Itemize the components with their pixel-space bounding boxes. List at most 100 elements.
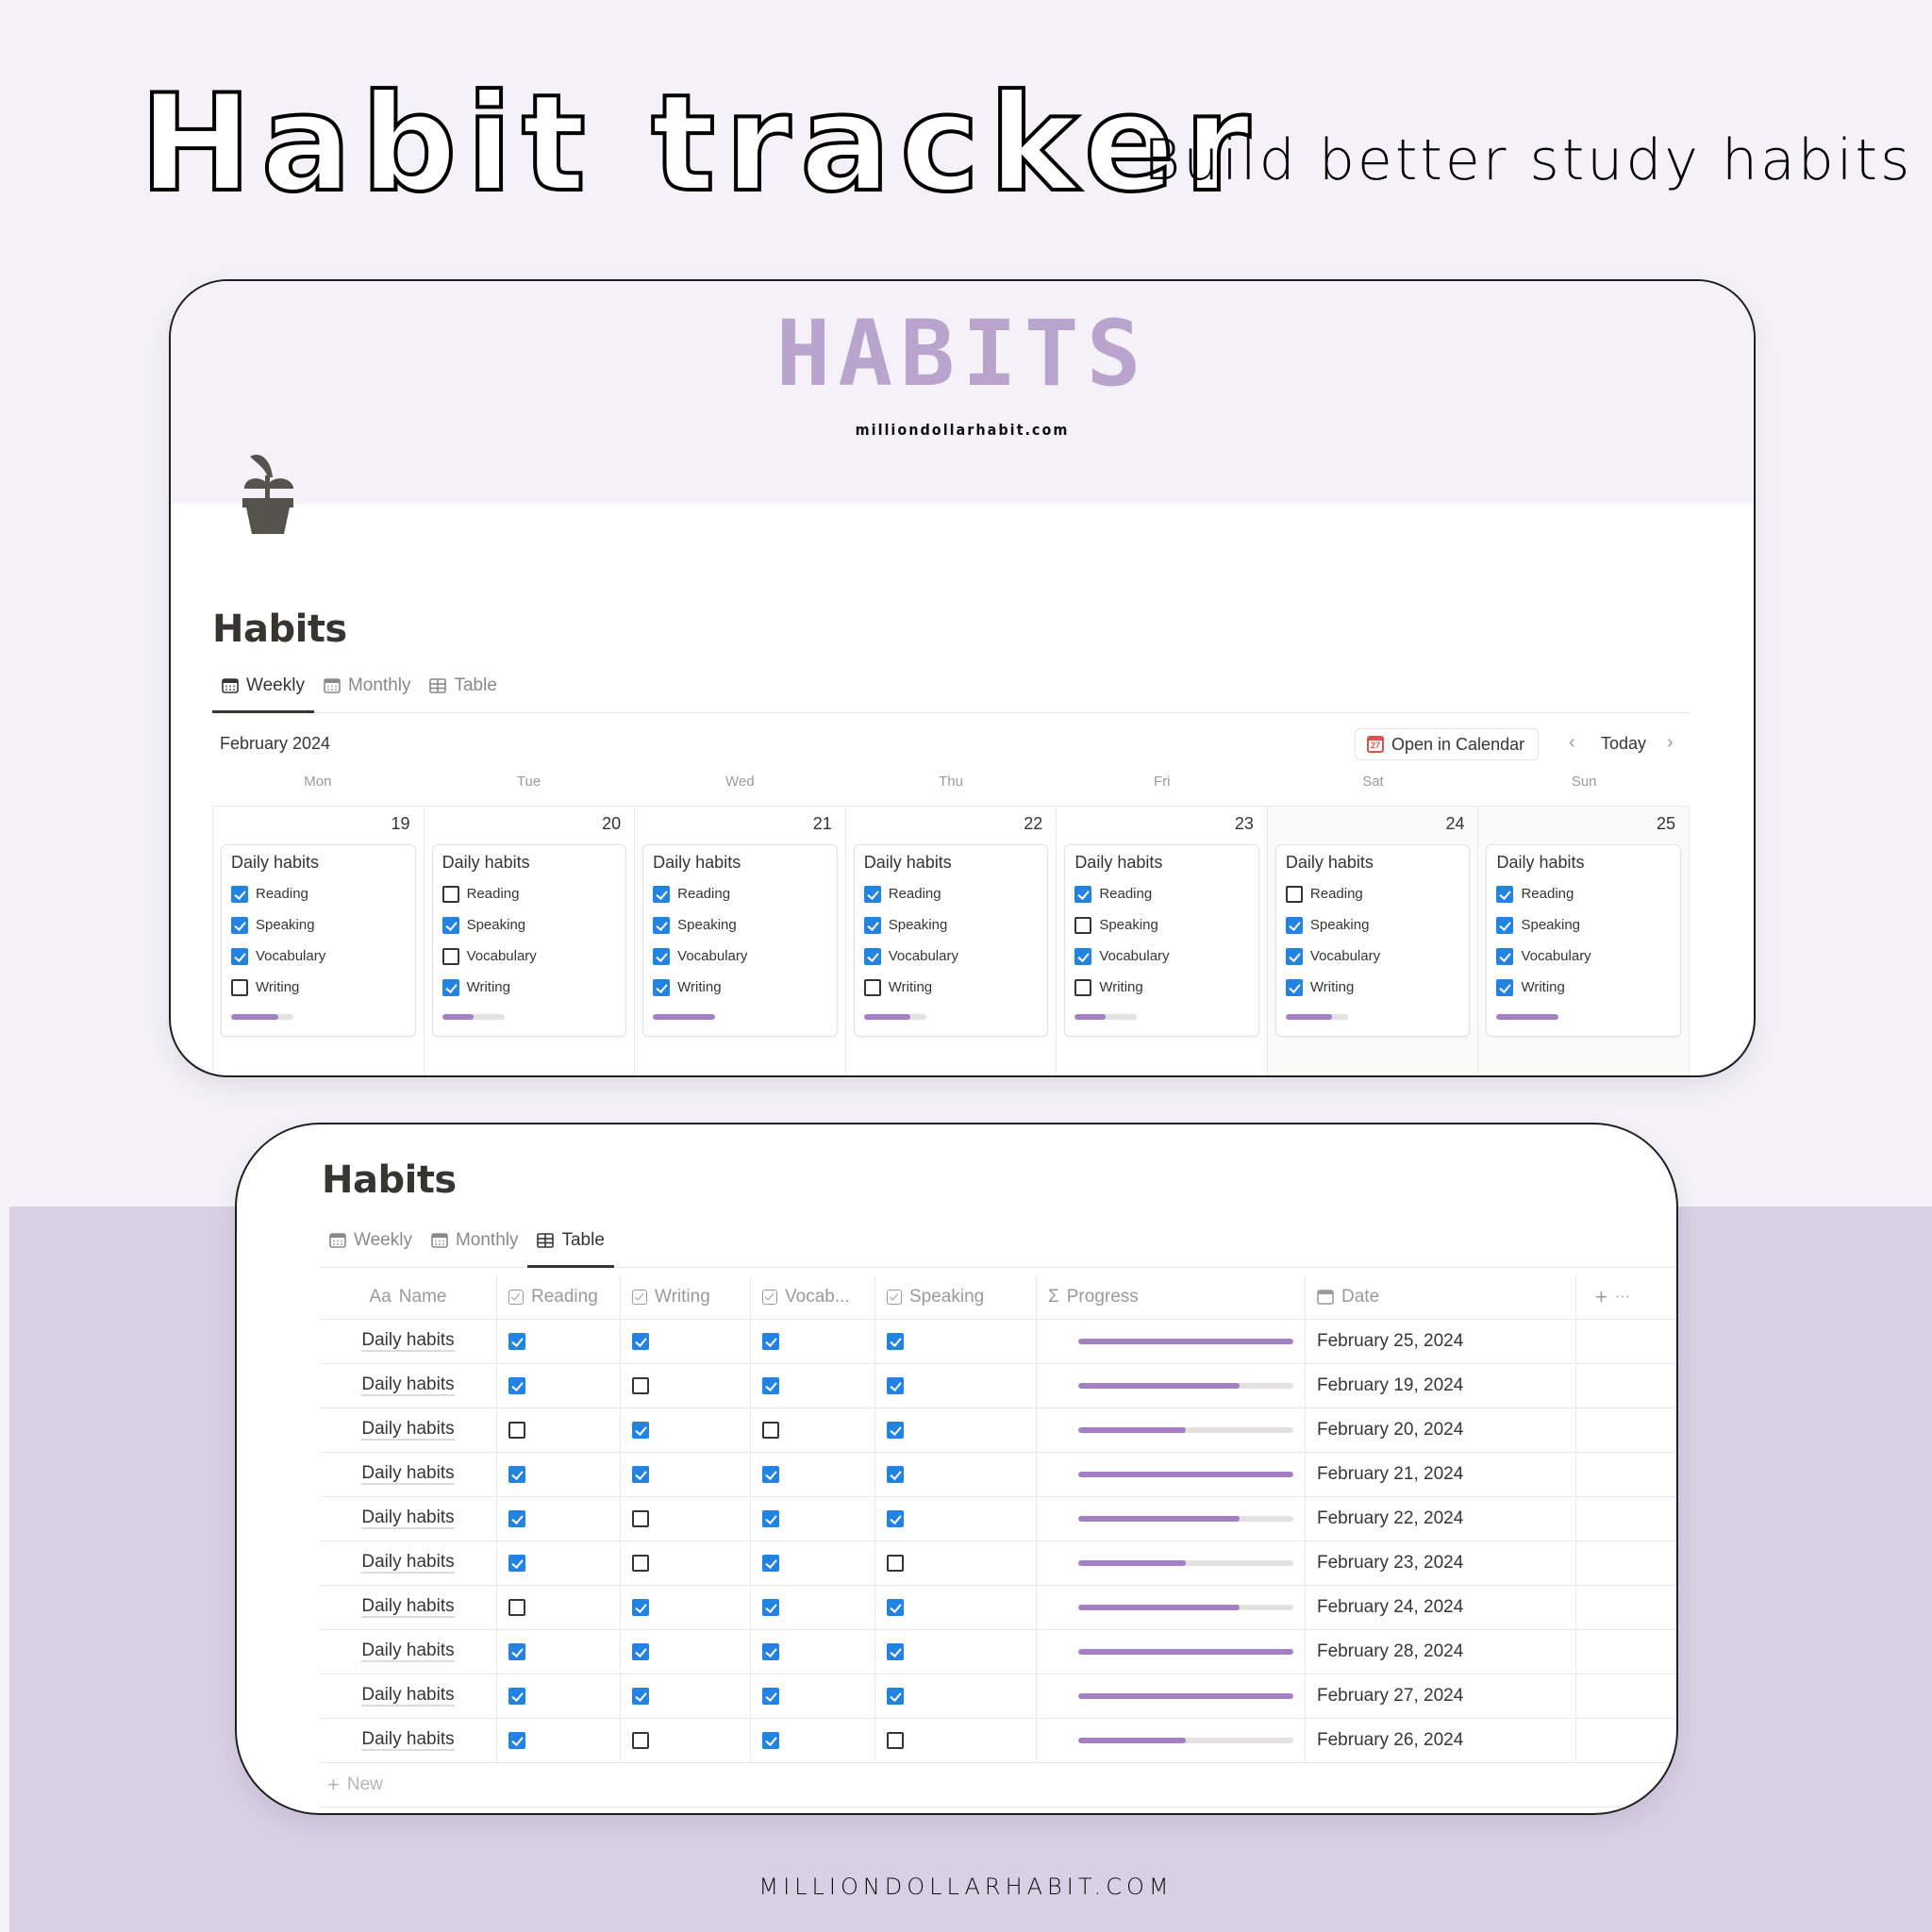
tab-weekly[interactable]: Weekly (320, 1224, 422, 1268)
checkbox[interactable] (1285, 947, 1303, 965)
name-cell[interactable]: Daily habits (320, 1497, 497, 1541)
add-property-icon[interactable]: + (1595, 1285, 1607, 1309)
vocab-checkbox[interactable] (762, 1643, 779, 1660)
date-cell[interactable]: February 22, 2024 (1306, 1497, 1576, 1541)
vocab-checkbox[interactable] (762, 1377, 779, 1394)
habit-card[interactable]: Daily habits Reading Speaking Vocabulary Wri… (1064, 844, 1259, 1037)
vocab-checkbox[interactable] (762, 1466, 779, 1483)
checkbox[interactable] (1496, 916, 1514, 934)
checkbox[interactable] (441, 978, 459, 996)
vocab-checkbox[interactable] (762, 1422, 779, 1439)
habit-card[interactable]: Daily habits Reading Speaking Vocabulary Wri… (431, 844, 627, 1037)
vocab-checkbox[interactable] (762, 1333, 779, 1350)
date-cell[interactable]: February 26, 2024 (1306, 1719, 1576, 1762)
checkbox[interactable] (441, 916, 459, 934)
tab-monthly[interactable]: Monthly (314, 670, 421, 713)
vocab-checkbox[interactable] (762, 1510, 779, 1527)
speaking-checkbox[interactable] (887, 1377, 904, 1394)
speaking-checkbox[interactable] (887, 1555, 904, 1572)
reading-checkbox[interactable] (508, 1688, 525, 1705)
reading-checkbox[interactable] (508, 1599, 525, 1616)
speaking-checkbox[interactable] (887, 1599, 904, 1616)
writing-checkbox[interactable] (632, 1688, 649, 1705)
habit-card[interactable]: Daily habits Reading Speaking Vocabulary Wri… (1274, 844, 1471, 1037)
checkbox[interactable] (1496, 947, 1514, 965)
checkbox[interactable] (441, 947, 459, 965)
row-name-link[interactable]: Daily habits (361, 1641, 455, 1663)
column-header-name[interactable]: Aa Name (320, 1275, 497, 1319)
writing-checkbox[interactable] (632, 1732, 649, 1749)
name-cell[interactable]: Daily habits (320, 1586, 497, 1629)
column-header-vocab[interactable]: Vocab... (751, 1275, 875, 1319)
name-cell[interactable]: Daily habits (320, 1320, 497, 1363)
writing-checkbox[interactable] (632, 1643, 649, 1660)
calendar-day-cell[interactable]: 20 Daily habits Reading Speaking Vocabulary W… (425, 807, 636, 1075)
column-header-speaking[interactable]: Speaking (875, 1275, 1037, 1319)
reading-checkbox[interactable] (508, 1377, 525, 1394)
date-cell[interactable]: February 19, 2024 (1306, 1364, 1576, 1407)
calendar-day-cell[interactable]: 23 Daily habits Reading Speaking Vocabulary W… (1057, 807, 1268, 1075)
tab-weekly[interactable]: Weekly (212, 670, 314, 713)
checkbox[interactable] (1496, 978, 1514, 996)
row-name-link[interactable]: Daily habits (361, 1596, 455, 1619)
date-cell[interactable]: February 25, 2024 (1306, 1320, 1576, 1363)
habit-card[interactable]: Daily habits Reading Speaking Vocabulary Wri… (853, 844, 1049, 1037)
reading-checkbox[interactable] (508, 1643, 525, 1660)
row-name-link[interactable]: Daily habits (361, 1419, 455, 1441)
column-header-progress[interactable]: Σ Progress (1037, 1275, 1306, 1319)
name-cell[interactable]: Daily habits (320, 1541, 497, 1585)
checkbox[interactable] (441, 885, 459, 903)
speaking-checkbox[interactable] (887, 1510, 904, 1527)
name-cell[interactable]: Daily habits (320, 1364, 497, 1407)
date-cell[interactable]: February 21, 2024 (1306, 1453, 1576, 1496)
calendar-day-cell[interactable]: 21 Daily habits Reading Speaking Vocabulary W… (635, 807, 846, 1075)
reading-checkbox[interactable] (508, 1466, 525, 1483)
calendar-day-cell[interactable]: 24 Daily habits Reading Speaking Vocabulary W… (1267, 807, 1479, 1075)
writing-checkbox[interactable] (632, 1510, 649, 1527)
checkbox[interactable] (231, 885, 248, 903)
speaking-checkbox[interactable] (887, 1688, 904, 1705)
checkbox[interactable] (653, 947, 671, 965)
row-name-link[interactable]: Daily habits (361, 1552, 455, 1574)
name-cell[interactable]: Daily habits (320, 1408, 497, 1452)
chevron-right-icon[interactable]: › (1667, 732, 1674, 754)
vocab-checkbox[interactable] (762, 1555, 779, 1572)
checkbox[interactable] (653, 916, 671, 934)
new-row-button[interactable]: + New (320, 1763, 1676, 1807)
writing-checkbox[interactable] (632, 1333, 649, 1350)
checkbox[interactable] (1074, 885, 1092, 903)
row-name-link[interactable]: Daily habits (361, 1463, 455, 1486)
checkbox[interactable] (231, 947, 248, 965)
writing-checkbox[interactable] (632, 1422, 649, 1439)
calendar-day-cell[interactable]: 22 Daily habits Reading Speaking Vocabulary W… (846, 807, 1058, 1075)
habit-card[interactable]: Daily habits Reading Speaking Vocabulary Wri… (1486, 844, 1682, 1037)
row-name-link[interactable]: Daily habits (361, 1507, 455, 1530)
name-cell[interactable]: Daily habits (320, 1453, 497, 1496)
vocab-checkbox[interactable] (762, 1599, 779, 1616)
writing-checkbox[interactable] (632, 1599, 649, 1616)
checkbox[interactable] (1285, 978, 1303, 996)
checkbox[interactable] (1074, 978, 1092, 996)
date-cell[interactable]: February 24, 2024 (1306, 1586, 1576, 1629)
tab-monthly[interactable]: Monthly (422, 1224, 528, 1268)
today-button[interactable]: Today (1601, 734, 1646, 754)
checkbox[interactable] (1285, 916, 1303, 934)
date-cell[interactable]: February 28, 2024 (1306, 1630, 1576, 1674)
checkbox[interactable] (863, 916, 881, 934)
checkbox[interactable] (231, 978, 248, 996)
plant-pot-icon[interactable] (235, 449, 301, 536)
column-header-reading[interactable]: Reading (497, 1275, 621, 1319)
tab-table[interactable]: Table (420, 670, 506, 713)
reading-checkbox[interactable] (508, 1510, 525, 1527)
row-name-link[interactable]: Daily habits (361, 1330, 455, 1353)
checkbox[interactable] (1074, 947, 1092, 965)
row-name-link[interactable]: Daily habits (361, 1685, 455, 1707)
row-name-link[interactable]: Daily habits (361, 1374, 455, 1397)
checkbox[interactable] (1496, 885, 1514, 903)
reading-checkbox[interactable] (508, 1555, 525, 1572)
habit-card[interactable]: Daily habits Reading Speaking Vocabulary Wri… (642, 844, 838, 1037)
chevron-left-icon[interactable]: ‹ (1569, 732, 1575, 754)
date-cell[interactable]: February 20, 2024 (1306, 1408, 1576, 1452)
speaking-checkbox[interactable] (887, 1643, 904, 1660)
speaking-checkbox[interactable] (887, 1732, 904, 1749)
